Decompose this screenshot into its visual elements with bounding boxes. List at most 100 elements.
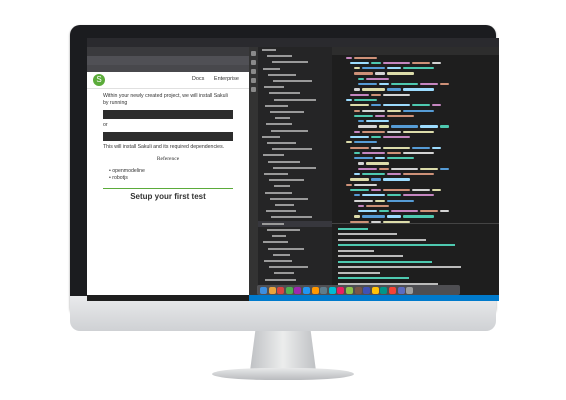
app-icon[interactable]: [311, 286, 319, 294]
code-token: [362, 109, 385, 112]
app-icon[interactable]: [328, 286, 336, 294]
explorer-row-bar: [272, 148, 312, 151]
bullet-label[interactable]: robotjs: [112, 175, 128, 181]
code-token: [387, 67, 401, 70]
code-token: [432, 146, 441, 149]
site-nav: Docs Enterprise: [184, 76, 239, 82]
app-icon[interactable]: [371, 286, 379, 294]
activity-bar: [249, 47, 258, 295]
doc-content: Within your newly created project, we wi…: [87, 89, 249, 206]
app-icon[interactable]: [285, 286, 293, 294]
monitor-base: [212, 368, 354, 380]
code-token: [354, 130, 360, 133]
explorer-row[interactable]: [258, 277, 332, 283]
code-token: [432, 188, 441, 192]
explorer-row-bar: [264, 259, 292, 262]
os-dock: [257, 285, 460, 295]
app-icon[interactable]: [302, 286, 310, 294]
explorer-row-bar: [263, 241, 288, 244]
terminal-line: [338, 260, 432, 263]
app-icon[interactable]: [277, 286, 285, 294]
debug-icon[interactable]: [251, 78, 256, 83]
explorer-row-bar: [265, 191, 292, 194]
code-token: [362, 151, 385, 155]
code-token: [354, 151, 360, 155]
code-token: [403, 130, 434, 133]
code-token: [354, 72, 373, 75]
app-icon[interactable]: [320, 286, 328, 294]
nav-docs[interactable]: Docs: [192, 76, 205, 82]
code-token: [412, 146, 430, 149]
code-lines: [332, 55, 499, 230]
code-token: [375, 199, 385, 202]
explorer-row-bar: [266, 123, 292, 126]
bullet-label[interactable]: openmodeline: [112, 168, 145, 174]
explorer-row-bar: [270, 197, 308, 200]
setup-heading: Setup your first test: [103, 188, 233, 201]
code-token: [354, 98, 377, 102]
sakuli-logo-icon[interactable]: S: [93, 74, 105, 86]
editor-tabs[interactable]: [332, 47, 499, 55]
code-token: [371, 178, 381, 181]
explorer-row-bar: [268, 160, 300, 163]
terminal-line: [338, 271, 380, 274]
code-token: [440, 125, 449, 128]
code-token: [432, 61, 441, 65]
code-token: [391, 125, 418, 128]
code-token: [403, 151, 434, 155]
code-token: [358, 120, 364, 123]
code-token: [358, 77, 364, 80]
code-token: [391, 83, 418, 86]
app-icon[interactable]: [354, 286, 362, 294]
explorer-row-bar: [264, 173, 288, 176]
explorer-icon[interactable]: [251, 51, 256, 56]
explorer-row-bar: [269, 179, 304, 182]
app-icon[interactable]: [268, 286, 276, 294]
app-icon[interactable]: [294, 286, 302, 294]
code-token: [354, 56, 377, 59]
finder-icon[interactable]: [260, 286, 267, 294]
code-token: [358, 162, 364, 165]
browser-url-bar[interactable]: [87, 56, 249, 65]
search-icon[interactable]: [251, 60, 256, 65]
browser-tab-bar[interactable]: [87, 47, 249, 56]
app-icon[interactable]: [397, 286, 405, 294]
code-token: [358, 83, 377, 86]
code-token: [420, 125, 438, 128]
code-token: [354, 157, 373, 160]
app-icon[interactable]: [388, 286, 396, 294]
explorer-row-bar: [267, 142, 296, 145]
code-token: [375, 72, 385, 75]
os-menubar: [87, 38, 499, 47]
code-token: [366, 204, 389, 208]
app-icon[interactable]: [363, 286, 371, 294]
code-token: [383, 188, 410, 192]
app-icon[interactable]: [345, 286, 353, 294]
code-token: [375, 114, 385, 117]
code-token: [362, 88, 385, 91]
explorer-row-bar: [275, 204, 294, 207]
intro-text: Within your newly created project, we wi…: [103, 93, 228, 106]
explorer-row-bar: [269, 92, 300, 95]
code-token: [379, 167, 389, 170]
code-token: [420, 210, 438, 213]
app-icon[interactable]: [337, 286, 345, 294]
code-token: [371, 136, 381, 139]
code-token: [387, 199, 414, 202]
explorer-row-bar: [273, 166, 316, 169]
explorer-row-bar: [262, 49, 276, 51]
trash-icon[interactable]: [406, 286, 414, 294]
reference-item: • robotjs: [109, 175, 128, 181]
nav-enterprise[interactable]: Enterprise: [214, 76, 239, 82]
explorer-row-bar: [262, 222, 284, 225]
code-token: [366, 120, 389, 123]
code-token: [371, 104, 381, 107]
explorer-row-bar: [262, 135, 280, 138]
explorer-row-bar: [268, 247, 304, 250]
code-token: [387, 114, 414, 117]
source-control-icon[interactable]: [251, 69, 256, 74]
app-icon[interactable]: [380, 286, 388, 294]
extensions-icon[interactable]: [251, 87, 256, 92]
bookmarks-bar[interactable]: [87, 65, 249, 72]
code-token: [403, 67, 434, 70]
